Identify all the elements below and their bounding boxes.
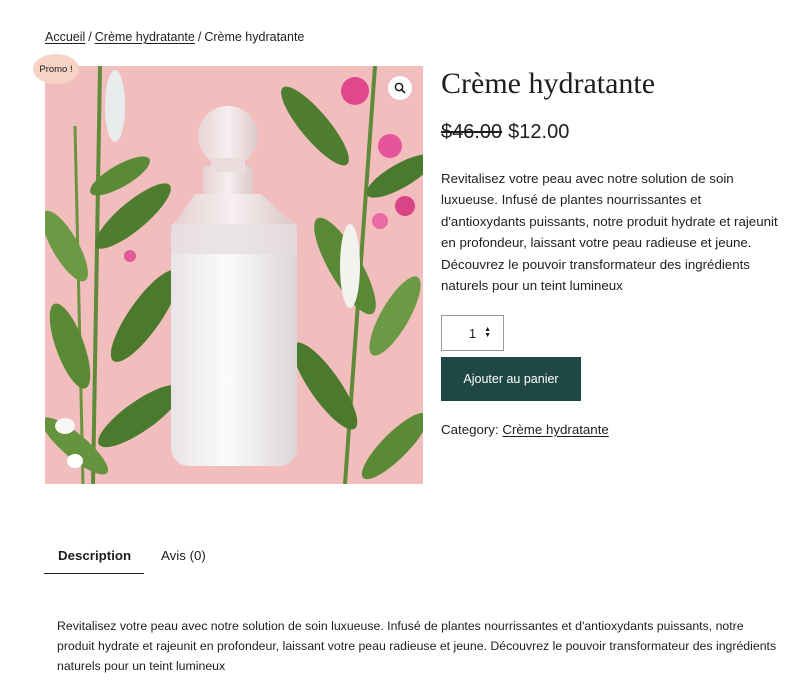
breadcrumb-separator: / <box>88 30 92 44</box>
stepper-arrows-icon[interactable]: ▲ ▼ <box>484 326 491 339</box>
tab-description[interactable]: Description <box>44 539 144 574</box>
category-link[interactable]: Crème hydratante <box>502 422 608 437</box>
tab-reviews[interactable]: Avis (0) <box>147 539 220 574</box>
breadcrumb: Accueil / Crème hydratante / Crème hydratant… <box>45 30 304 44</box>
product-summary: Crème hydratante $46.00 $12.00 Revitalise… <box>441 66 786 296</box>
quantity-stepper[interactable]: 1 ▲ ▼ <box>441 315 504 351</box>
product-photo <box>45 66 423 484</box>
description-panel: Revitalisez votre peau avec notre soluti… <box>57 619 777 673</box>
product-title: Crème hydratante <box>441 67 656 100</box>
zoom-icon[interactable] <box>388 76 412 100</box>
old-price: $46.00 <box>441 121 503 143</box>
add-to-cart-button[interactable]: Ajouter au panier <box>441 357 581 401</box>
magnifier-icon <box>394 82 406 94</box>
promo-badge: Promo ! <box>33 54 79 84</box>
product-tabs: Description Avis (0) <box>44 539 220 574</box>
breadcrumb-home-link[interactable]: Accueil <box>45 30 85 44</box>
product-image[interactable] <box>45 66 423 484</box>
category-label: Category: <box>441 422 499 437</box>
product-price: $46.00 $12.00 <box>441 120 786 144</box>
short-description: Revitalisez votre peau avec notre soluti… <box>441 171 778 294</box>
breadcrumb-separator: / <box>197 30 202 44</box>
breadcrumb-category-link[interactable]: Crème hydratante <box>95 30 195 44</box>
sale-price: $12.00 <box>508 121 570 143</box>
breadcrumb-current: Crème hydratante <box>204 30 305 44</box>
quantity-value[interactable]: 1 <box>469 326 476 341</box>
product-category: Category: Crème hydratante <box>441 422 609 437</box>
